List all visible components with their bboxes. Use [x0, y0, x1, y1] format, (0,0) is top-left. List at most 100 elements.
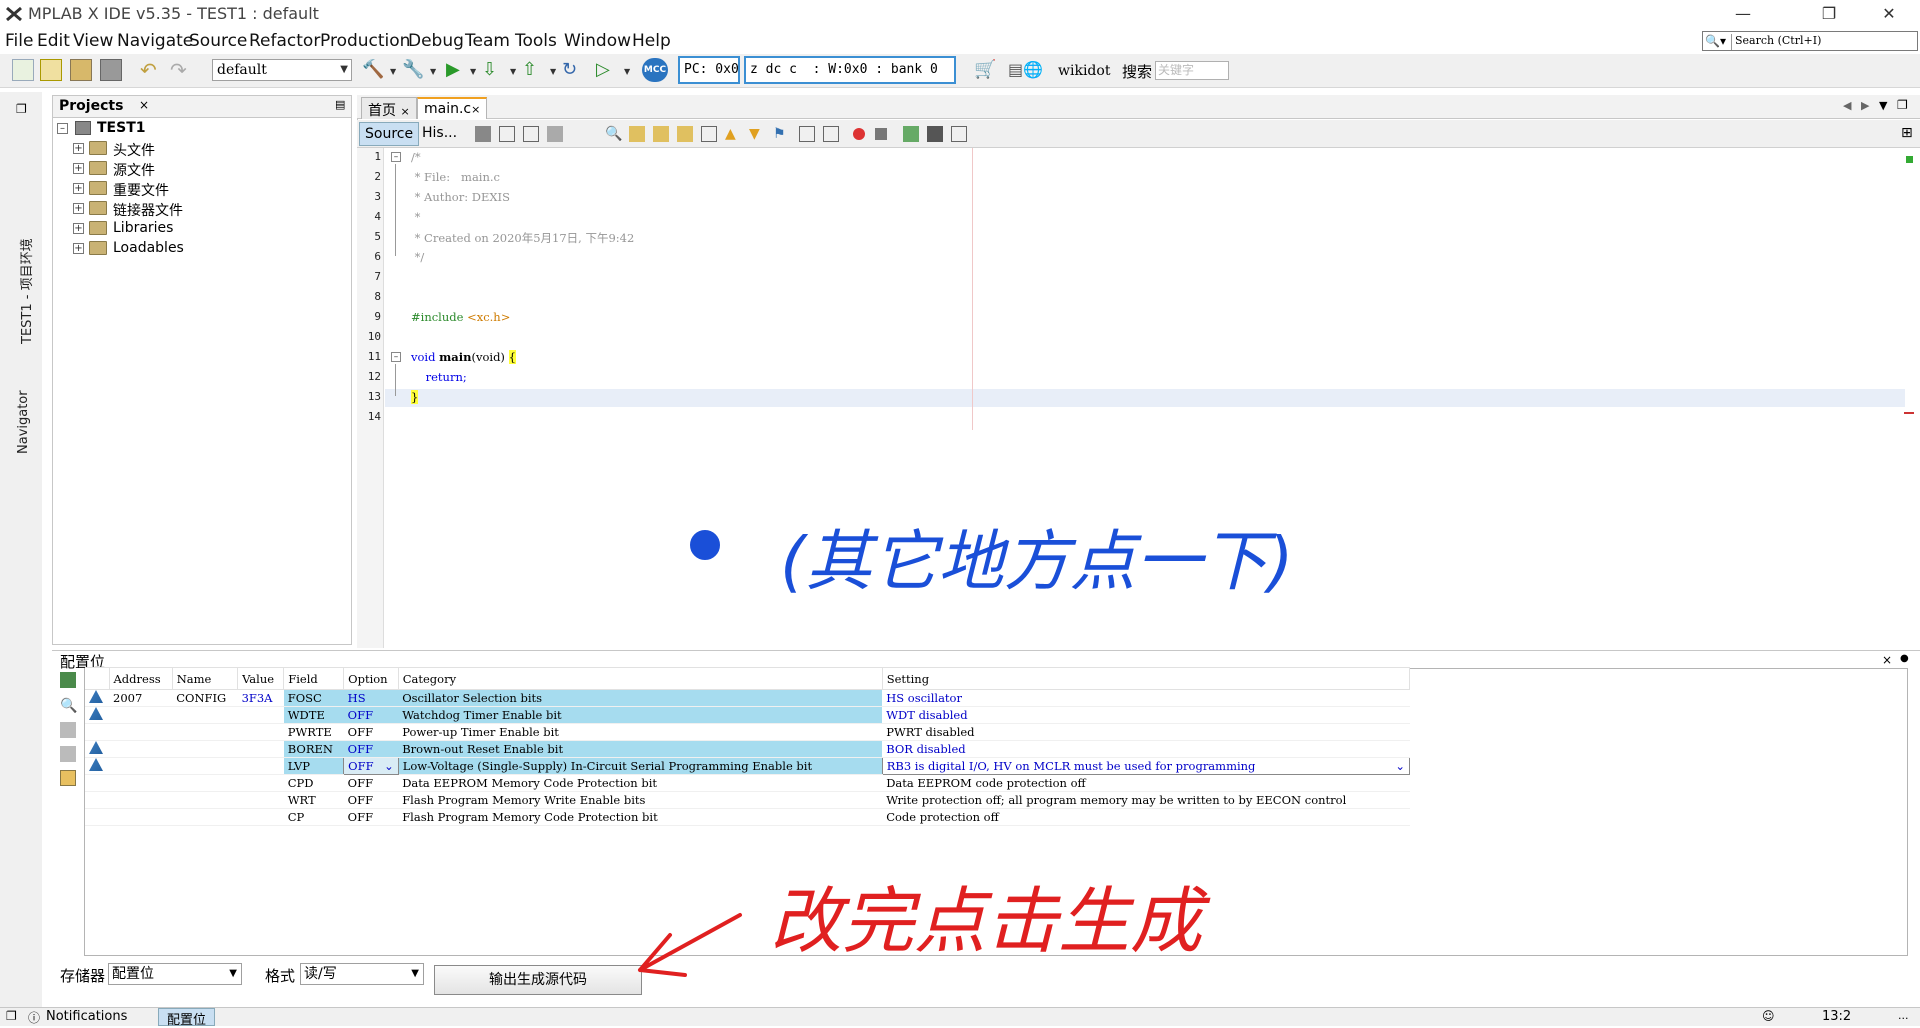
column-header[interactable]: Setting [881, 667, 1411, 690]
memory-select[interactable]: 配置位 ▼ [108, 963, 242, 985]
output-window-icon[interactable]: ❐ [6, 1009, 17, 1023]
column-header[interactable]: Name [171, 667, 239, 690]
expand-icon[interactable]: + [73, 183, 84, 194]
tab-history[interactable]: His... [419, 122, 460, 146]
cell-option[interactable]: OFF [343, 723, 399, 741]
chevron-down-icon[interactable]: ⌄ [384, 759, 394, 773]
column-header[interactable]: Value [237, 667, 285, 690]
clipboard-icon[interactable] [60, 770, 76, 786]
cell-option[interactable]: OFF [343, 808, 399, 826]
cell-option[interactable]: OFF [343, 791, 399, 809]
toggle-highlight-icon[interactable] [701, 126, 717, 142]
search-input[interactable]: 🔍▾ Search (Ctrl+I) [1702, 31, 1918, 51]
menu-navigate[interactable]: Navigate [117, 31, 193, 51]
prev-bookmark-icon[interactable]: ▲ [725, 126, 741, 142]
uncomment-icon[interactable] [927, 126, 943, 142]
table-row[interactable]: CPD OFF Data EEPROM Memory Code Protection… [85, 774, 1410, 792]
column-header[interactable]: Address [108, 667, 173, 690]
column-header[interactable]: Option [343, 667, 399, 690]
import-icon[interactable] [60, 722, 76, 738]
table-row[interactable]: CP OFF Flash Program Memory Code Protectio… [85, 808, 1410, 826]
minimize-window-icon[interactable]: ❐ [16, 102, 27, 116]
run-dropdown-icon[interactable]: ▼ [470, 67, 476, 76]
projects-env-tab[interactable]: TEST1 - 项目环境 [16, 238, 35, 344]
close-icon[interactable]: ✕ [1866, 2, 1912, 26]
table-row[interactable]: BOREN OFF Brown-out Reset Enable bit BOR di… [85, 740, 1410, 758]
cell-option[interactable]: OFF [343, 740, 399, 758]
menu-edit[interactable]: Edit [37, 31, 70, 51]
collapse-icon[interactable]: – [57, 123, 68, 134]
close-icon[interactable]: × [139, 98, 149, 112]
program-dropdown-icon[interactable]: ▼ [510, 67, 516, 76]
record-macro-icon[interactable] [853, 128, 865, 140]
wikidot-label[interactable]: wikidot [1058, 63, 1110, 79]
open-project-icon[interactable] [70, 59, 92, 81]
close-icon[interactable]: × [400, 105, 409, 118]
find-next-icon[interactable] [653, 126, 669, 142]
config-select[interactable]: default ▼ [212, 59, 352, 81]
table-row[interactable]: WRT OFF Flash Program Memory Write Enable … [85, 791, 1410, 809]
find-icon[interactable]: 🔍 [605, 126, 622, 142]
new-file-icon[interactable] [12, 59, 34, 81]
expand-icon[interactable]: + [73, 203, 84, 214]
build-dropdown-icon[interactable]: ▼ [390, 67, 396, 76]
column-header[interactable]: Field [283, 667, 345, 690]
menu-team[interactable]: Team [465, 31, 510, 51]
search-icon[interactable]: 🔍▾ [1705, 33, 1727, 49]
cell-option[interactable]: OFF [343, 774, 399, 792]
search-icon[interactable]: 🔍 [60, 698, 77, 714]
close-icon[interactable]: × [1882, 653, 1892, 667]
tab-source[interactable]: Source [359, 122, 420, 146]
keyword-input[interactable]: 关键字 [1155, 61, 1229, 80]
chevron-down-icon[interactable]: ⌄ [1395, 759, 1405, 773]
redo-icon[interactable]: ↷ [170, 59, 192, 81]
close-project-icon[interactable] [100, 59, 122, 81]
menu-tools[interactable]: Tools [515, 31, 557, 51]
table-row[interactable]: WDTE OFF Watchdog Timer Enable bit WDT disa… [85, 706, 1410, 724]
menu-source[interactable]: Source [189, 31, 247, 51]
program-device-icon[interactable]: ⇩ [482, 59, 504, 81]
network-icon[interactable]: ▤🌐 [1008, 59, 1044, 81]
expand-icon[interactable]: + [73, 243, 84, 254]
toggle-bookmark-icon[interactable]: ⚑ [773, 126, 789, 142]
expand-icon[interactable]: + [73, 163, 84, 174]
find-prev-icon[interactable] [629, 126, 645, 142]
read-config-icon[interactable] [60, 672, 76, 688]
config-bits-tab[interactable]: 配置位 [158, 1008, 216, 1028]
new-project-icon[interactable] [40, 59, 62, 81]
cart-icon[interactable]: 🛒 [974, 59, 996, 81]
menu-window[interactable]: Window [564, 31, 631, 51]
undo-icon[interactable]: ↶ [140, 59, 162, 81]
go-to-icon[interactable] [547, 126, 563, 142]
reset-icon[interactable]: ↻ [562, 59, 584, 81]
format-select[interactable]: 读/写 ▼ [300, 963, 424, 985]
shift-left-icon[interactable] [799, 126, 815, 142]
menu-refactor[interactable]: Refactor [249, 31, 320, 51]
forward-icon[interactable] [523, 126, 539, 142]
menu-help[interactable]: Help [632, 31, 671, 51]
clean-dropdown-icon[interactable]: ▼ [430, 67, 436, 76]
scroll-tabs-right-icon[interactable]: ▶ [1861, 99, 1869, 112]
build-icon[interactable]: 🔨 [362, 59, 384, 81]
cell-option[interactable]: HS [343, 689, 399, 707]
table-row[interactable]: PWRTE OFF Power-up Timer Enable bit PWRT di… [85, 723, 1410, 741]
notifications-tab[interactable]: Notifications [46, 1009, 127, 1024]
table-row[interactable]: 2007 CONFIG 3F3A FOSC HS Oscillator Selection… [85, 689, 1410, 707]
maximize-icon[interactable]: ❐ [1897, 98, 1908, 112]
restore-icon[interactable]: ❐ [1806, 2, 1852, 26]
column-header[interactable]: Category [397, 667, 883, 690]
menu-file[interactable]: File [5, 31, 33, 51]
generate-source-button[interactable]: 输出生成源代码 [434, 965, 642, 995]
cell-option[interactable]: OFF [343, 706, 399, 724]
fold-collapse-icon[interactable]: – [391, 352, 401, 362]
menu-debug[interactable]: Debug [408, 31, 464, 51]
next-bookmark-icon[interactable]: ▼ [749, 126, 765, 142]
expand-icon[interactable]: + [73, 143, 84, 154]
menu-production[interactable]: Production [320, 31, 410, 51]
debug-project-icon[interactable]: ▷ [596, 59, 618, 81]
close-icon[interactable]: × [471, 103, 480, 116]
split-editor-icon[interactable]: ⊞ [1901, 125, 1913, 141]
mcc-icon[interactable]: MCC [642, 58, 668, 82]
notification-bell-icon[interactable]: ☺ [1762, 1009, 1775, 1023]
read-device-icon[interactable]: ⇧ [522, 59, 544, 81]
